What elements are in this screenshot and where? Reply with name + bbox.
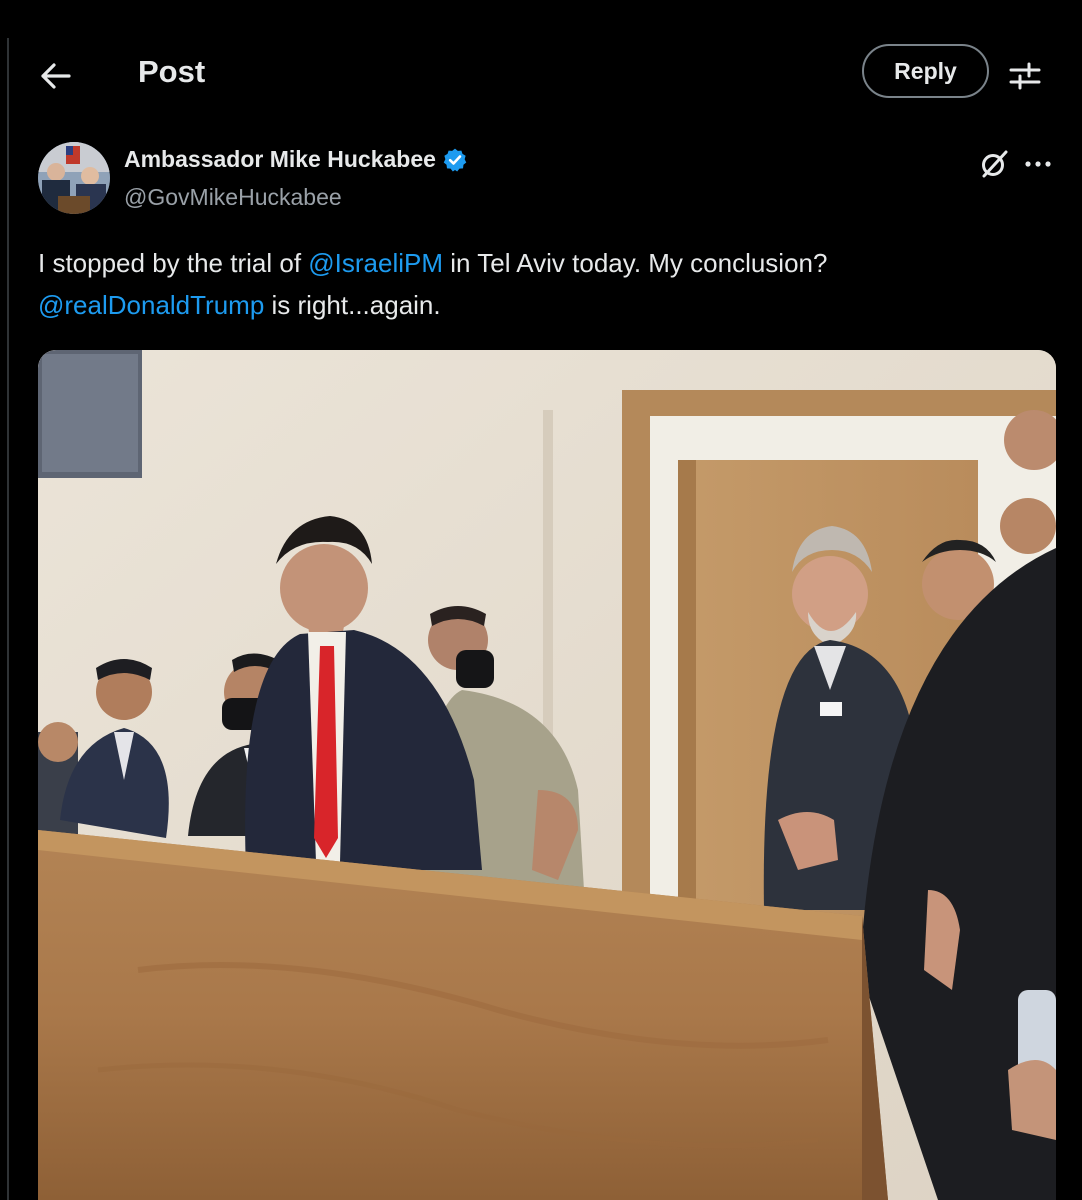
post-text-segment: is right...again.: [264, 290, 441, 320]
author-handle[interactable]: @GovMikeHuckabee: [124, 184, 342, 211]
post-text-segment: in Tel Aviv today. My conclusion?: [443, 248, 828, 278]
reply-button[interactable]: Reply: [862, 44, 989, 98]
author-name-row[interactable]: Ambassador Mike Huckabee: [124, 146, 468, 173]
courtroom-photo: [38, 350, 1056, 1200]
grok-icon[interactable]: [976, 146, 1012, 182]
mention-link-realdonaldtrump[interactable]: @realDonaldTrump: [38, 290, 264, 320]
post-author: Ambassador Mike Huckabee @GovMikeHuckabe…: [38, 142, 1051, 218]
avatar[interactable]: [38, 142, 110, 214]
more-horizontal-icon[interactable]: [1020, 146, 1056, 182]
post-header: Post Reply: [0, 40, 1082, 110]
mention-link-israelipm[interactable]: @IsraeliPM: [308, 248, 443, 278]
sliders-icon: [1009, 62, 1041, 90]
settings-button[interactable]: [1005, 56, 1045, 96]
avatar-image: [38, 142, 110, 214]
timeline-border: [7, 38, 9, 1200]
post-text: I stopped by the trial of @IsraeliPM in …: [38, 242, 1048, 326]
page-title: Post: [138, 54, 206, 89]
arrow-left-icon: [41, 63, 71, 89]
back-button[interactable]: [36, 56, 76, 96]
post-text-segment: I stopped by the trial of: [38, 248, 309, 278]
author-display-name[interactable]: Ambassador Mike Huckabee: [124, 146, 436, 173]
verified-badge-icon[interactable]: [442, 147, 468, 173]
post-photo[interactable]: [38, 350, 1056, 1200]
